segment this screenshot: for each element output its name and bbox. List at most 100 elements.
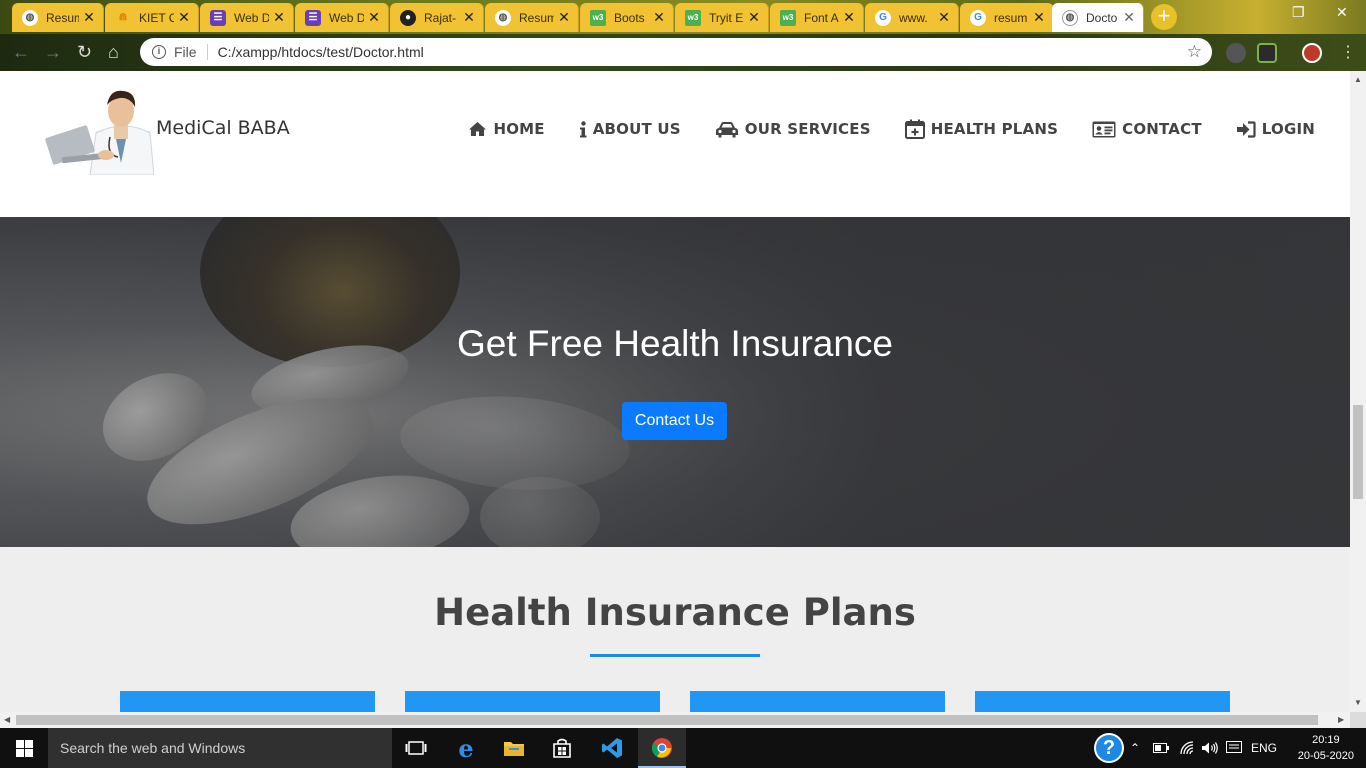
edge-browser-icon[interactable]: e [442, 728, 490, 768]
tab-title: Web D [234, 10, 269, 25]
store-icon[interactable] [538, 728, 586, 768]
nav-health-plans[interactable]: HEALTH PLANS [904, 119, 1058, 139]
tab-title: Resum [519, 10, 554, 25]
close-icon[interactable]: ✕ [938, 9, 950, 26]
bookmark-star-icon[interactable]: ☆ [1187, 42, 1202, 62]
w3schools-icon: w3 [685, 9, 701, 26]
battery-icon[interactable] [1153, 728, 1169, 768]
volume-icon[interactable] [1201, 728, 1219, 768]
reload-icon[interactable]: ↻ [77, 42, 92, 63]
close-window-icon[interactable]: ✕ [1336, 4, 1348, 21]
scroll-down-icon[interactable]: ▼ [1354, 698, 1362, 707]
scroll-left-icon[interactable]: ◀ [4, 715, 10, 724]
nav-label: ABOUT US [592, 120, 681, 138]
site-brand[interactable]: MediCal BABA [156, 117, 290, 139]
profile-avatar[interactable] [1302, 43, 1322, 63]
close-icon[interactable]: ✕ [1033, 9, 1045, 26]
close-icon[interactable]: ✕ [463, 9, 475, 26]
task-view-icon[interactable] [392, 728, 440, 768]
w3schools-icon: w3 [780, 9, 796, 26]
language-indicator[interactable]: ENG [1251, 728, 1277, 768]
scrollbar-corner [1350, 712, 1366, 728]
close-icon[interactable]: ✕ [653, 9, 665, 26]
browser-tab[interactable]: ⋒ KIET C ✕ [105, 3, 199, 32]
close-icon[interactable]: ✕ [83, 9, 95, 26]
plans-section: Health Insurance Plans [0, 547, 1350, 712]
contact-us-button[interactable]: Contact Us [622, 402, 727, 440]
back-icon[interactable]: ← [12, 42, 30, 63]
chrome-icon[interactable] [638, 728, 686, 768]
plan-card[interactable] [405, 691, 660, 712]
close-icon[interactable]: ✕ [368, 9, 380, 26]
google-icon: G [875, 9, 891, 26]
notifications-icon[interactable] [1226, 728, 1242, 768]
browser-tab[interactable]: ☰ Web D ✕ [295, 3, 389, 32]
start-button[interactable] [0, 728, 48, 768]
browser-tab-active[interactable]: ◍ Docto ✕ [1052, 3, 1144, 32]
nav-login[interactable]: LOGIN [1236, 119, 1315, 139]
kiet-logo-icon: ⋒ [118, 12, 128, 23]
calendar-plus-icon [904, 119, 925, 139]
browser-tab[interactable]: w3 Font A ✕ [770, 3, 864, 32]
close-icon[interactable]: ✕ [843, 9, 855, 26]
main-nav: HOME ABOUT US OUR SERVICES HEALTH PLANS [434, 119, 1315, 139]
scrollbar-thumb[interactable] [16, 715, 1318, 725]
close-icon[interactable]: ✕ [178, 9, 190, 26]
vscode-icon[interactable] [588, 728, 636, 768]
clock[interactable]: 20:19 20-05-2020 [1298, 732, 1354, 764]
car-icon [715, 121, 739, 138]
new-tab-button[interactable]: + [1151, 4, 1177, 30]
tab-title: Web D [329, 10, 364, 25]
nav-home[interactable]: HOME [468, 119, 545, 139]
id-card-icon [1092, 121, 1116, 138]
browser-tab[interactable]: ☰ Web D ✕ [200, 3, 294, 32]
taskbar: Search the web and Windows e ? ⌃ ENG 20:… [0, 728, 1366, 768]
browser-tab[interactable]: ◍ Resum ✕ [12, 3, 104, 32]
hero-title: Get Free Health Insurance [457, 323, 893, 364]
browser-tab[interactable]: w3 Boots ✕ [580, 3, 674, 32]
close-icon[interactable]: ✕ [558, 9, 570, 26]
browser-toolbar: ← → ↻ ⌂ i File C:/xampp/htdocs/test/Doct… [0, 34, 1366, 71]
forward-icon[interactable]: → [44, 42, 62, 63]
browser-tab[interactable]: ● Rajat- ✕ [390, 3, 484, 32]
browser-tab[interactable]: w3 Tryit E ✕ [675, 3, 769, 32]
wifi-icon[interactable] [1180, 728, 1196, 768]
menu-kebab-icon[interactable]: ⋮ [1340, 42, 1356, 62]
w3schools-icon: w3 [590, 9, 606, 26]
nav-about[interactable]: ABOUT US [579, 119, 681, 139]
plan-card[interactable] [975, 691, 1230, 712]
help-icon[interactable]: ? [1094, 728, 1124, 768]
close-icon[interactable]: ✕ [273, 9, 285, 26]
scroll-up-icon[interactable]: ▲ [1354, 75, 1362, 84]
tab-title: Boots [614, 10, 645, 25]
restore-window-icon[interactable]: ❐ [1292, 4, 1305, 21]
url-scheme: File [174, 44, 208, 60]
nav-services[interactable]: OUR SERVICES [715, 119, 871, 139]
plan-card[interactable] [690, 691, 945, 712]
close-icon[interactable]: ✕ [748, 9, 760, 26]
horizontal-scrollbar[interactable]: ◀ ▶ [0, 712, 1350, 728]
address-bar[interactable]: i File C:/xampp/htdocs/test/Doctor.html … [140, 38, 1212, 66]
plan-card[interactable] [120, 691, 375, 712]
tab-title: resum [994, 10, 1028, 25]
vertical-scrollbar[interactable]: ▲ ▼ [1350, 71, 1366, 712]
sign-in-icon [1236, 120, 1256, 138]
show-hidden-icons[interactable]: ⌃ [1130, 728, 1140, 768]
nav-label: CONTACT [1122, 120, 1202, 138]
nav-contact[interactable]: CONTACT [1092, 119, 1202, 139]
taskbar-search-input[interactable]: Search the web and Windows [48, 728, 392, 768]
home-icon [468, 121, 487, 137]
camera-extension-icon[interactable] [1226, 43, 1246, 63]
browser-tab[interactable]: ◍ Resum ✕ [485, 3, 579, 32]
browser-tab[interactable]: G www. ✕ [865, 3, 959, 32]
scroll-right-icon[interactable]: ▶ [1338, 715, 1344, 724]
home-icon[interactable]: ⌂ [108, 42, 119, 63]
browser-tab[interactable]: G resum ✕ [960, 3, 1054, 32]
close-icon[interactable]: ✕ [1123, 9, 1135, 26]
url-text[interactable]: C:/xampp/htdocs/test/Doctor.html [218, 44, 424, 60]
scrollbar-thumb[interactable] [1353, 405, 1363, 499]
file-explorer-icon[interactable] [490, 728, 538, 768]
info-icon[interactable]: i [152, 45, 166, 59]
extension-icon[interactable] [1257, 43, 1277, 63]
tab-title: KIET C [139, 10, 174, 25]
